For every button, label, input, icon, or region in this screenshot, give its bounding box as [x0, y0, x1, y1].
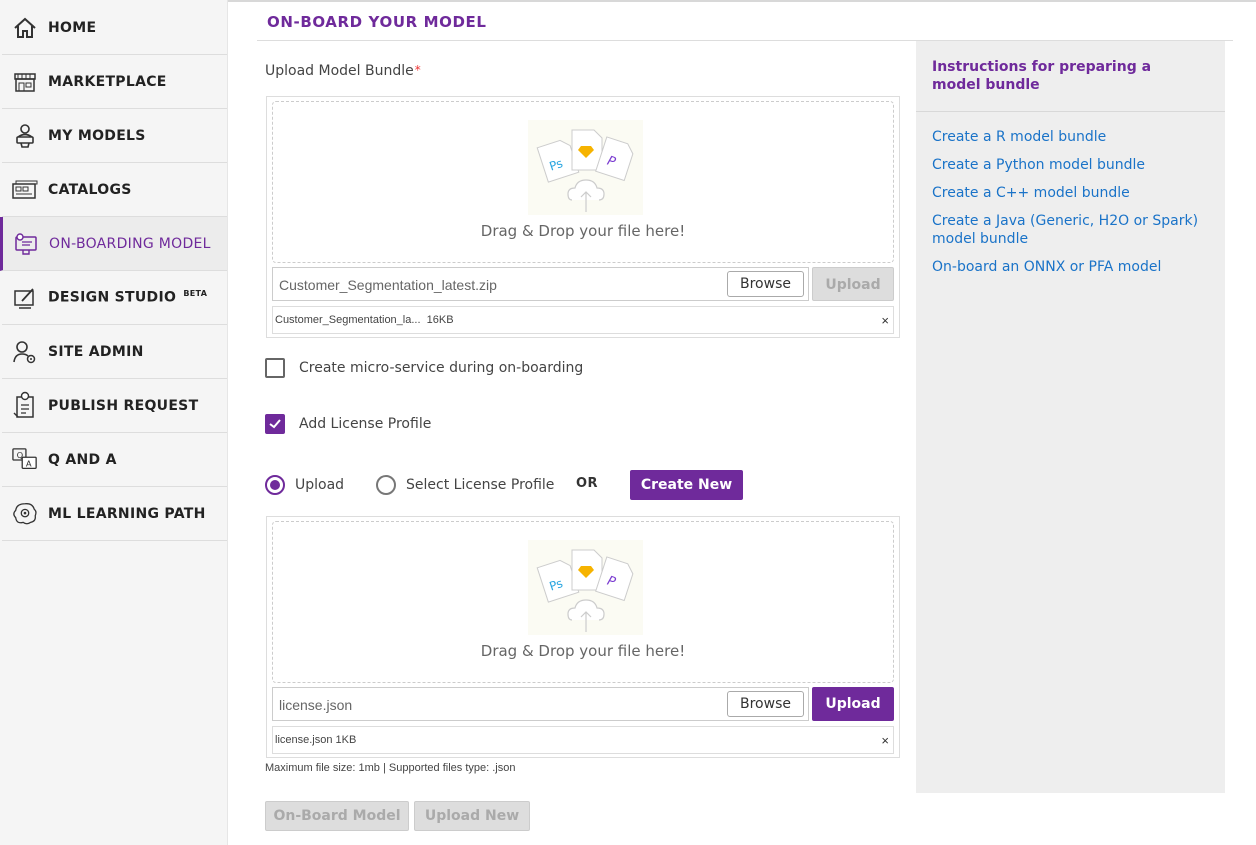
- select-license-radio[interactable]: [376, 475, 396, 495]
- license-profile-checkbox-label: Add License Profile: [299, 416, 432, 432]
- model-file-field[interactable]: Customer_Segmentation_latest.zip Browse: [272, 267, 809, 301]
- file-chip-label: Customer_Segmentation_la... 16KB: [275, 314, 454, 326]
- sidebar-item-site-admin[interactable]: SITE ADMIN: [2, 325, 227, 379]
- close-icon[interactable]: ×: [881, 733, 889, 748]
- sidebar: HOME MARKETPLACE MY MODELS CATALOGS ON-B…: [0, 0, 228, 845]
- sidebar-item-label: MY MODELS: [48, 127, 146, 144]
- sidebar-item-q-and-a[interactable]: QA Q AND A: [2, 433, 227, 487]
- sidebar-item-my-models[interactable]: MY MODELS: [2, 109, 227, 163]
- select-license-radio-label: Select License Profile: [406, 477, 555, 493]
- or-separator: OR: [576, 476, 599, 491]
- sidebar-item-label: ON-BOARDING MODEL: [49, 235, 211, 252]
- instructions-link-list: Create a R model bundle Create a Python …: [932, 128, 1212, 286]
- home-icon: [12, 15, 38, 41]
- onboard-model-button[interactable]: On-Board Model: [265, 801, 409, 831]
- upload-button[interactable]: Upload: [812, 267, 894, 301]
- browse-button[interactable]: Browse: [727, 691, 804, 717]
- catalog-icon: [12, 177, 38, 203]
- close-icon[interactable]: ×: [881, 313, 889, 328]
- instructions-divider: [916, 111, 1225, 112]
- file-chip-label: license.json 1KB: [275, 734, 357, 746]
- instructions-panel: Instructions for preparing a model bundl…: [916, 41, 1225, 793]
- uploaded-file-chip: license.json 1KB ×: [272, 726, 894, 754]
- user-models-icon: [12, 123, 38, 149]
- sidebar-item-label: Q AND A: [48, 451, 117, 468]
- sidebar-item-home[interactable]: HOME: [2, 1, 227, 55]
- license-upload-box: Ps P Drag & Drop your file here! license…: [266, 516, 900, 758]
- sidebar-item-catalogs[interactable]: CATALOGS: [2, 163, 227, 217]
- model-bundle-upload-box: Ps P Drag & Drop your file here! Custome…: [266, 96, 900, 338]
- selected-file-name: Customer_Segmentation_latest.zip: [279, 277, 497, 293]
- page-title: ON-BOARD YOUR MODEL: [267, 13, 487, 31]
- selected-file-name: license.json: [279, 697, 353, 713]
- sidebar-item-publish-request[interactable]: PUBLISH REQUEST: [2, 379, 227, 433]
- uploaded-file-chip: Customer_Segmentation_la... 16KB ×: [272, 306, 894, 334]
- model-drop-zone[interactable]: Ps P Drag & Drop your file here!: [272, 101, 894, 263]
- license-drop-zone[interactable]: Ps P Drag & Drop your file here!: [272, 521, 894, 683]
- r-bundle-link[interactable]: Create a R model bundle: [932, 128, 1212, 146]
- sidebar-item-label: ML LEARNING PATH: [48, 505, 206, 522]
- create-new-button[interactable]: Create New: [630, 470, 743, 500]
- drop-zone-text: Drag & Drop your file here!: [480, 642, 686, 660]
- file-types-illustration: Ps P: [528, 120, 643, 215]
- qa-chat-icon: QA: [12, 447, 38, 473]
- brain-gear-icon: [12, 501, 38, 527]
- sidebar-item-label: MARKETPLACE: [48, 73, 167, 90]
- file-size-hint: Maximum file size: 1mb | Supported files…: [265, 762, 516, 774]
- publish-request-icon: [12, 391, 38, 419]
- required-mark: *: [414, 63, 421, 77]
- browse-button[interactable]: Browse: [727, 271, 804, 297]
- checkmark-icon: [269, 419, 281, 429]
- sidebar-item-ml-learning-path[interactable]: ML LEARNING PATH: [2, 487, 227, 541]
- sidebar-item-label: PUBLISH REQUEST: [48, 397, 199, 414]
- admin-user-icon: [12, 339, 38, 365]
- instructions-title: Instructions for preparing a model bundl…: [932, 59, 1152, 93]
- sidebar-item-marketplace[interactable]: MARKETPLACE: [2, 55, 227, 109]
- beta-badge: BETA: [183, 289, 208, 299]
- onnx-pfa-link[interactable]: On-board an ONNX or PFA model: [932, 258, 1212, 276]
- sidebar-item-label: SITE ADMIN: [48, 343, 144, 360]
- upload-radio-label: Upload: [295, 477, 345, 493]
- sidebar-item-label: DESIGN STUDIO BETA: [48, 289, 208, 306]
- cpp-bundle-link[interactable]: Create a C++ model bundle: [932, 184, 1212, 202]
- sidebar-item-onboarding-model[interactable]: ON-BOARDING MODEL: [0, 217, 227, 271]
- license-file-field[interactable]: license.json Browse: [272, 687, 809, 721]
- svg-text:A: A: [26, 458, 32, 468]
- java-bundle-link[interactable]: Create a Java (Generic, H2O or Spark) mo…: [932, 212, 1212, 248]
- upload-model-bundle-label: Upload Model Bundle*: [265, 63, 421, 79]
- upload-new-button[interactable]: Upload New: [414, 801, 530, 831]
- file-types-illustration: Ps P: [528, 540, 643, 635]
- upload-button[interactable]: Upload: [812, 687, 894, 721]
- storefront-icon: [12, 69, 38, 95]
- upload-radio[interactable]: [265, 475, 285, 495]
- design-studio-icon: [12, 285, 38, 311]
- onboarding-icon: [13, 231, 39, 257]
- microservice-checkbox-label: Create micro-service during on-boarding: [299, 360, 584, 376]
- microservice-checkbox[interactable]: [265, 358, 285, 378]
- python-bundle-link[interactable]: Create a Python model bundle: [932, 156, 1212, 174]
- sidebar-item-design-studio[interactable]: DESIGN STUDIO BETA: [2, 271, 227, 325]
- license-profile-checkbox[interactable]: [265, 414, 285, 434]
- sidebar-item-label: HOME: [48, 19, 97, 36]
- sidebar-item-label: CATALOGS: [48, 181, 132, 198]
- drop-zone-text: Drag & Drop your file here!: [480, 222, 686, 240]
